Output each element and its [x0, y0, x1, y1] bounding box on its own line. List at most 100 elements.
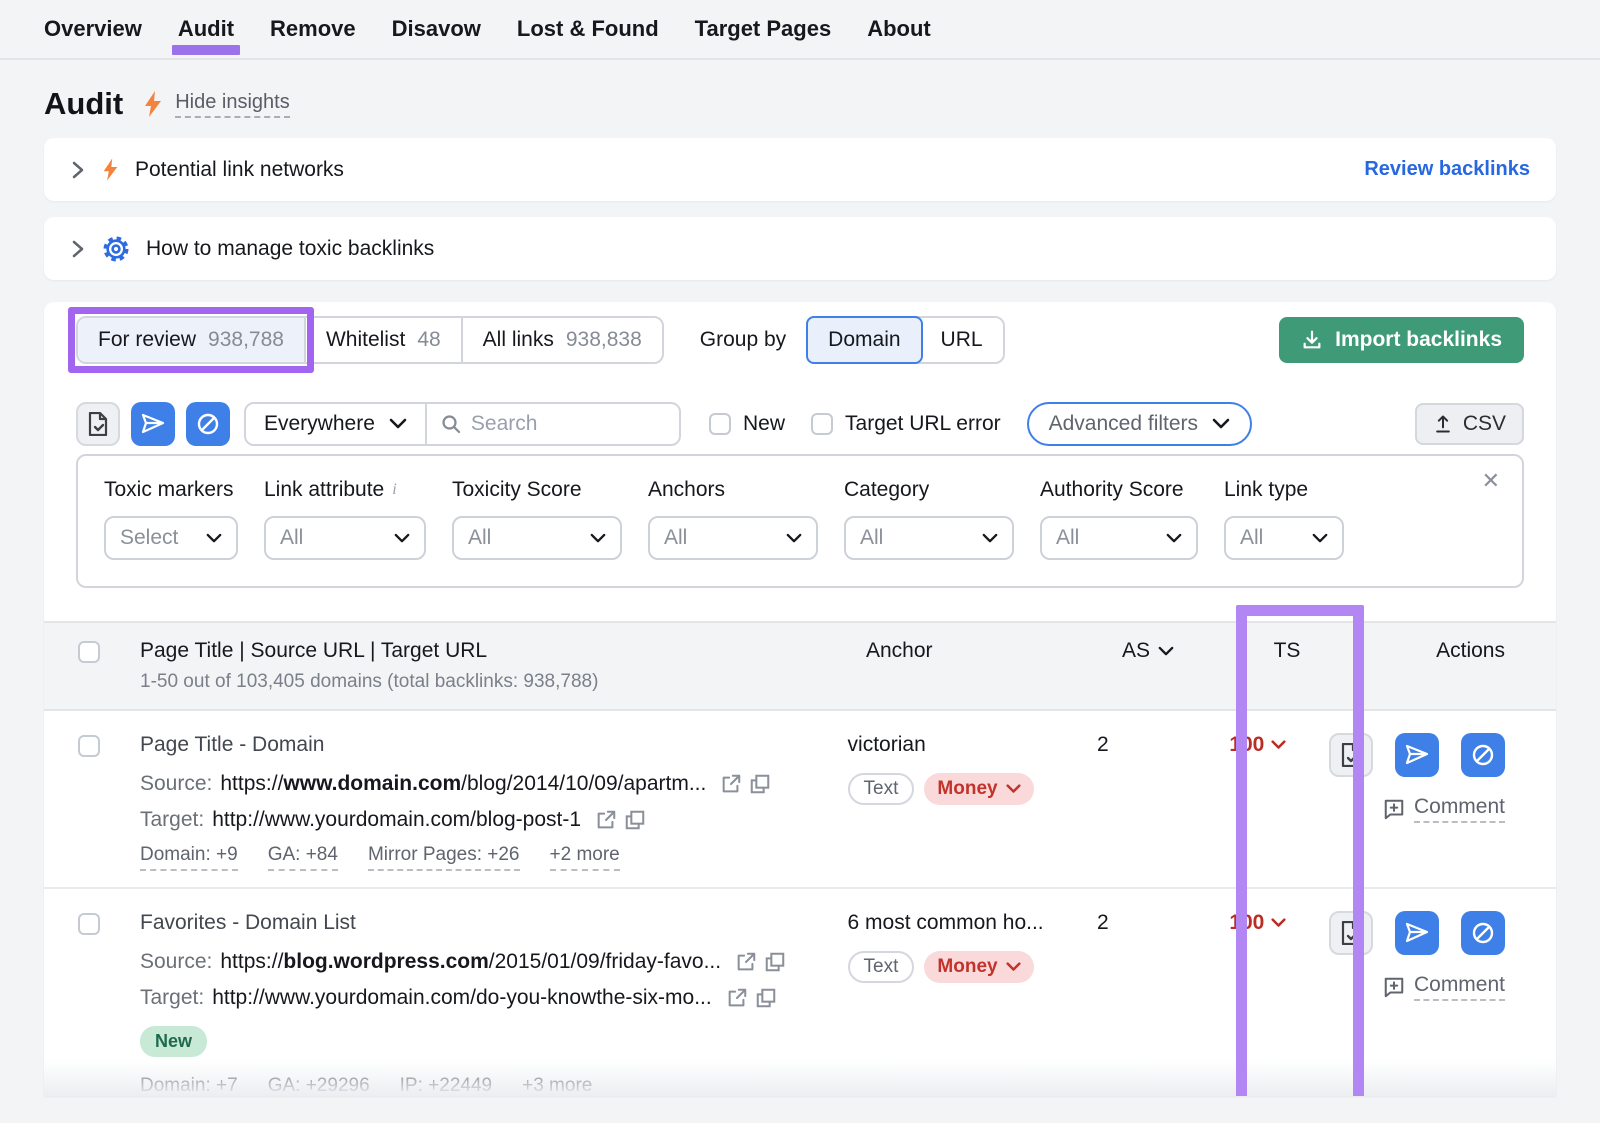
anchor-category-badge[interactable]: Money [924, 951, 1033, 983]
toxicity-score-value[interactable]: 100 [1229, 911, 1286, 935]
audit-main-card: For review 938,788 Whitelist 48 All link… [44, 302, 1556, 1096]
copy-icon[interactable] [755, 987, 777, 1009]
toxic-markers-stats: Domain: +7 GA: +29296 IP: +22449 +3 more [140, 1075, 848, 1096]
external-link-icon[interactable] [735, 951, 757, 973]
chevron-right-icon [70, 160, 86, 180]
filter-target-url-error-checkbox[interactable]: Target URL error [811, 412, 1001, 436]
filter-new-checkbox[interactable]: New [709, 412, 785, 436]
external-link-icon[interactable] [726, 987, 748, 1009]
source-url[interactable]: https://blog.wordpress.com/2015/01/09/fr… [220, 950, 721, 974]
move-to-review-button[interactable] [1329, 733, 1373, 777]
checkbox[interactable] [709, 413, 731, 435]
backlink-page-title[interactable]: Favorites - Domain List [140, 911, 848, 935]
search-scope-dropdown[interactable]: Everywhere [246, 404, 427, 444]
authority-score-select[interactable]: All [1040, 516, 1198, 560]
link-type-select[interactable]: All [1224, 516, 1344, 560]
toxicity-score-select[interactable]: All [452, 516, 622, 560]
row-checkbox[interactable] [78, 735, 100, 757]
source-url[interactable]: https://www.domain.com/blog/2014/10/09/a… [220, 772, 706, 796]
source-label: Source: [140, 950, 212, 974]
block-disavow-button[interactable] [1461, 911, 1505, 955]
nav-item-disavow[interactable]: Disavow [392, 16, 481, 42]
close-filters-icon[interactable]: ✕ [1482, 470, 1500, 492]
chevron-down-icon [206, 533, 222, 544]
checkbox[interactable] [811, 413, 833, 435]
manage-toxic-backlinks-panel[interactable]: How to manage toxic backlinks [44, 217, 1556, 280]
whitelist-send-button[interactable] [131, 402, 175, 446]
stat-domain[interactable]: Domain: +7 [140, 1075, 238, 1096]
target-url[interactable]: http://www.yourdomain.com/do-you-knowthe… [212, 986, 712, 1010]
whitelist-send-button[interactable] [1395, 733, 1439, 777]
search-input[interactable] [471, 412, 665, 436]
link-attribute-select[interactable]: All [264, 516, 426, 560]
anchors-select[interactable]: All [648, 516, 818, 560]
external-link-icon[interactable] [720, 773, 742, 795]
chevron-right-icon [70, 239, 86, 259]
filter-toxicity-score: Toxicity Score All [452, 478, 622, 560]
backlink-page-title[interactable]: Page Title - Domain [140, 733, 848, 757]
lightning-icon [143, 91, 163, 117]
comment-link[interactable]: Comment [1383, 795, 1505, 823]
links-tabs-row: For review 938,788 Whitelist 48 All link… [76, 316, 1524, 364]
paper-plane-icon [1405, 743, 1429, 767]
category-select[interactable]: All [844, 516, 1014, 560]
row-checkbox[interactable] [78, 913, 100, 935]
group-by-url-option[interactable]: URL [921, 318, 1003, 362]
whitelist-send-button[interactable] [1395, 911, 1439, 955]
nav-item-audit[interactable]: Audit [178, 16, 234, 42]
column-header-page-title: Page Title | Source URL | Target URL [140, 639, 866, 663]
chevron-down-icon [1006, 962, 1021, 972]
tab-whitelist[interactable]: Whitelist 48 [304, 318, 461, 362]
page-heading-row: Audit Hide insights [44, 86, 1556, 122]
copy-icon[interactable] [624, 809, 646, 831]
chevron-down-icon [394, 533, 410, 544]
paper-plane-icon [1405, 921, 1429, 945]
hide-insights-link[interactable]: Hide insights [175, 91, 290, 118]
column-header-ts: TS [1274, 639, 1301, 663]
authority-score-value: 2 [1097, 911, 1109, 934]
move-to-review-button[interactable] [76, 402, 120, 446]
block-disavow-button[interactable] [186, 402, 230, 446]
all-links-count: 938,838 [566, 328, 642, 352]
stat-more[interactable]: +3 more [522, 1075, 592, 1096]
stat-ip[interactable]: IP: +22449 [400, 1075, 492, 1096]
filter-link-attribute: Link attributei All [264, 478, 426, 560]
copy-icon[interactable] [749, 773, 771, 795]
potential-link-networks-panel[interactable]: Potential link networks Review backlinks [44, 138, 1556, 201]
review-backlinks-link[interactable]: Review backlinks [1364, 158, 1530, 181]
column-header-as-sort[interactable]: AS [1122, 639, 1214, 663]
import-backlinks-button[interactable]: Import backlinks [1279, 317, 1524, 363]
nav-item-lost-found[interactable]: Lost & Found [517, 16, 659, 42]
nav-item-target-pages[interactable]: Target Pages [695, 16, 832, 42]
stat-ga[interactable]: GA: +84 [268, 844, 338, 871]
nav-item-remove[interactable]: Remove [270, 16, 356, 42]
table-pagination-summary: 1-50 out of 103,405 domains (total backl… [140, 671, 866, 693]
tab-for-review[interactable]: For review 938,788 [78, 318, 304, 362]
column-header-anchor: Anchor [866, 639, 1122, 663]
select-all-checkbox[interactable] [78, 641, 100, 663]
block-disavow-button[interactable] [1461, 733, 1505, 777]
stat-mirror-pages[interactable]: Mirror Pages: +26 [368, 844, 520, 871]
export-csv-button[interactable]: CSV [1415, 403, 1524, 445]
chevron-down-icon [982, 533, 998, 544]
group-by-domain-option[interactable]: Domain [806, 316, 922, 364]
stat-domain[interactable]: Domain: +9 [140, 844, 238, 871]
comment-link[interactable]: Comment [1383, 973, 1505, 1001]
copy-icon[interactable] [764, 951, 786, 973]
gear-icon [102, 235, 130, 263]
info-icon[interactable]: i [392, 481, 396, 499]
external-link-icon[interactable] [595, 809, 617, 831]
table-row: Page Title - Domain Source: https://www.… [44, 711, 1556, 887]
target-url[interactable]: http://www.yourdomain.com/blog-post-1 [212, 808, 581, 832]
stat-more[interactable]: +2 more [550, 844, 620, 871]
advanced-filters-button[interactable]: Advanced filters [1027, 402, 1252, 446]
tab-all-links[interactable]: All links 938,838 [461, 318, 662, 362]
stat-ga[interactable]: GA: +29296 [268, 1075, 370, 1096]
move-to-review-button[interactable] [1329, 911, 1373, 955]
toxicity-score-value[interactable]: 100 [1229, 733, 1286, 757]
nav-item-overview[interactable]: Overview [44, 16, 142, 42]
nav-item-about[interactable]: About [867, 16, 931, 42]
filter-authority-score: Authority Score All [1040, 478, 1198, 560]
anchor-category-badge[interactable]: Money [924, 773, 1033, 805]
toxic-markers-select[interactable]: Select [104, 516, 238, 560]
